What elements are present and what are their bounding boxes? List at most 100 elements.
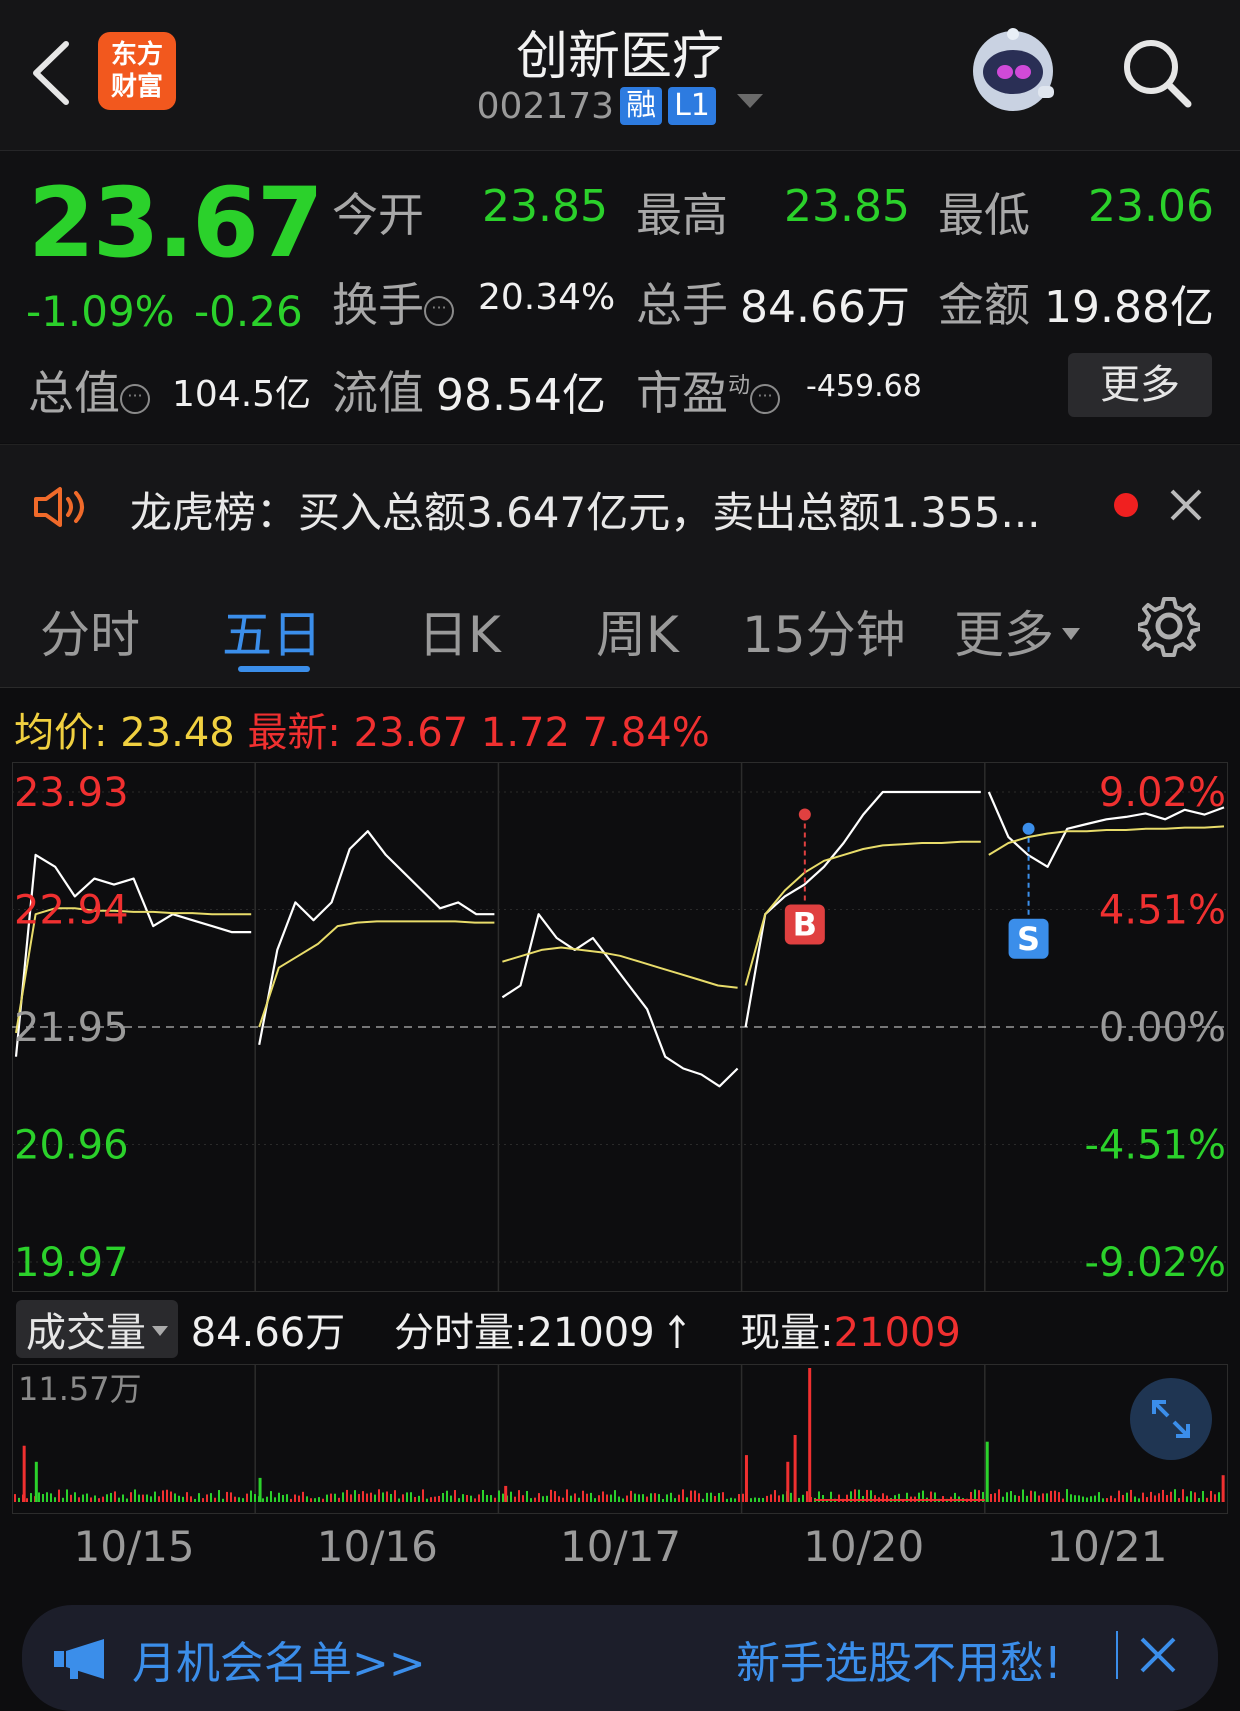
- y-left-tick: 22.94: [14, 888, 129, 934]
- pe-label-text: 市盈: [636, 366, 728, 420]
- arrow-up-icon: [669, 1314, 686, 1348]
- avg-label: 均价:: [14, 710, 108, 756]
- date-label: 10/15: [73, 1522, 195, 1571]
- volume-value: 84.66万: [740, 282, 910, 333]
- dragon-tiger-notice[interactable]: 龙虎榜：买入总额3.647亿元，卖出总额1.355...: [0, 444, 1240, 566]
- y-right-tick: 0.00%: [1099, 1005, 1226, 1051]
- latest-label: 最新:: [247, 710, 341, 756]
- current-volume: 21009: [833, 1310, 961, 1356]
- change-pct-value: 7.84%: [582, 710, 710, 756]
- volume-selector[interactable]: 成交量: [16, 1300, 178, 1358]
- banner-left-text[interactable]: 月机会名单>>: [132, 1627, 426, 1691]
- expand-button[interactable]: [1130, 1378, 1212, 1460]
- robot-assistant-icon[interactable]: [966, 24, 1060, 118]
- amount-value: 19.88亿: [1044, 282, 1214, 333]
- latest-value: 23.67: [353, 710, 469, 756]
- change-percent: -1.09%: [26, 287, 175, 336]
- tab-15min[interactable]: 15分钟: [742, 595, 906, 667]
- volume-chart[interactable]: 11.57万: [12, 1364, 1228, 1514]
- float-value: 98.54亿: [436, 370, 606, 421]
- five-day-price-chart[interactable]: BS 23.93 9.02%22.94 4.51%21.95 0.00%20.96 -4…: [12, 762, 1228, 1292]
- minute-volume: 21009: [527, 1310, 655, 1356]
- logo-line1: 东方: [110, 40, 163, 70]
- turnover-label-text: 换手: [332, 278, 424, 332]
- pe-value: -459.68: [806, 369, 922, 404]
- active-tab-indicator: [238, 666, 310, 672]
- y-left-tick: 23.93: [14, 770, 129, 816]
- average-line: [258, 920, 495, 1028]
- mktcap-value: 104.5亿: [172, 374, 312, 415]
- stock-code: 002173: [476, 86, 615, 127]
- volume-max-label: 11.57万: [18, 1370, 142, 1408]
- date-axis: 10/15 10/16 10/17 10/20 10/21: [0, 1522, 1240, 1582]
- pe-label[interactable]: 市盈动 ···: [636, 357, 781, 423]
- price-line: [258, 830, 495, 1046]
- low-value: 23.06: [1088, 181, 1214, 232]
- date-label: 10/17: [560, 1522, 682, 1571]
- current-price: 23.67: [28, 167, 324, 279]
- low-label: 最低: [938, 188, 1030, 242]
- tab-five-day[interactable]: 五日: [222, 595, 322, 667]
- date-label: 10/16: [316, 1522, 438, 1571]
- date-label: 10/20: [803, 1522, 925, 1571]
- high-label: 最高: [636, 188, 728, 242]
- tab-more[interactable]: 更多: [954, 595, 1080, 667]
- chevron-left-icon[interactable]: [26, 38, 78, 108]
- pe-sup: 动: [728, 373, 751, 399]
- turnover-value: 20.34%: [478, 277, 616, 318]
- dropdown-triangle-icon: [737, 94, 764, 108]
- quote-panel: 23.67 -1.09% -0.26 今开 23.85 最高 23.85 最低 …: [0, 151, 1240, 443]
- y-left-tick: 21.95: [14, 1005, 129, 1051]
- change-value: 1.72: [480, 710, 570, 756]
- search-icon[interactable]: [1118, 34, 1196, 112]
- chart-tabs: 分时 五日 日K 周K 15分钟 更多: [0, 565, 1240, 688]
- chart-markers: BS: [784, 808, 1049, 959]
- level-tag: L1: [668, 87, 716, 125]
- more-dots-icon: ···: [750, 384, 781, 414]
- promo-banner[interactable]: 月机会名单>> 新手选股不用愁!: [22, 1605, 1218, 1711]
- tab-intraday[interactable]: 分时: [40, 595, 140, 667]
- mktcap-label[interactable]: 总值 ···: [28, 357, 150, 423]
- gear-icon[interactable]: [1138, 595, 1200, 657]
- app-logo: 东方 财富: [98, 32, 176, 110]
- tab-more-label: 更多: [954, 606, 1054, 664]
- y-left-tick: 20.96: [14, 1123, 129, 1169]
- trade-label: S: [1017, 920, 1040, 958]
- top-bar: 东方 财富 创新医疗 002173 融 L1: [0, 0, 1240, 151]
- average-line: [502, 946, 738, 989]
- open-value: 23.85: [482, 181, 608, 232]
- minute-volume-label: 分时量:: [393, 1310, 528, 1356]
- average-line: [744, 840, 981, 986]
- high-value: 23.85: [784, 181, 910, 232]
- more-dots-icon: ···: [120, 384, 150, 414]
- more-button[interactable]: 更多: [1068, 353, 1212, 417]
- stock-code-line[interactable]: 002173 融 L1: [400, 86, 840, 127]
- volume-label: 总手: [636, 278, 728, 332]
- mktcap-label-text: 总值: [28, 366, 120, 420]
- open-label: 今开: [332, 188, 424, 242]
- current-volume-label: 现量:: [740, 1310, 834, 1356]
- more-dots-icon: ···: [424, 296, 454, 326]
- close-icon[interactable]: [1138, 1635, 1178, 1675]
- speaker-icon: [34, 487, 84, 527]
- tab-weekly-k[interactable]: 周K: [596, 595, 679, 667]
- expand-icon: [1152, 1400, 1190, 1438]
- stock-name: 创新医疗: [515, 27, 724, 87]
- dropdown-triangle-icon: [1062, 628, 1080, 640]
- banner-right-text[interactable]: 新手选股不用愁!: [736, 1627, 1062, 1691]
- banner-divider: [1116, 1631, 1118, 1679]
- logo-line2: 财富: [110, 72, 163, 102]
- date-label: 10/21: [1046, 1522, 1168, 1571]
- price-line: [501, 913, 739, 1088]
- chart-ticks: 23.93 9.02% 22.94 4.51% 21.95 0.00% 20.96 -4.51…: [14, 770, 1226, 1286]
- dropdown-triangle-icon: [152, 1326, 168, 1336]
- close-icon[interactable]: [1168, 487, 1204, 523]
- turnover-label[interactable]: 换手 ···: [332, 269, 454, 335]
- avg-value: 23.48: [120, 710, 235, 756]
- tab-daily-k[interactable]: 日K: [418, 595, 501, 667]
- unread-dot: [1114, 493, 1138, 517]
- volume-selector-label: 成交量: [26, 1310, 146, 1356]
- y-right-tick: -4.51%: [1084, 1123, 1226, 1169]
- amount-label: 金额: [938, 278, 1030, 332]
- margin-tag: 融: [620, 87, 663, 125]
